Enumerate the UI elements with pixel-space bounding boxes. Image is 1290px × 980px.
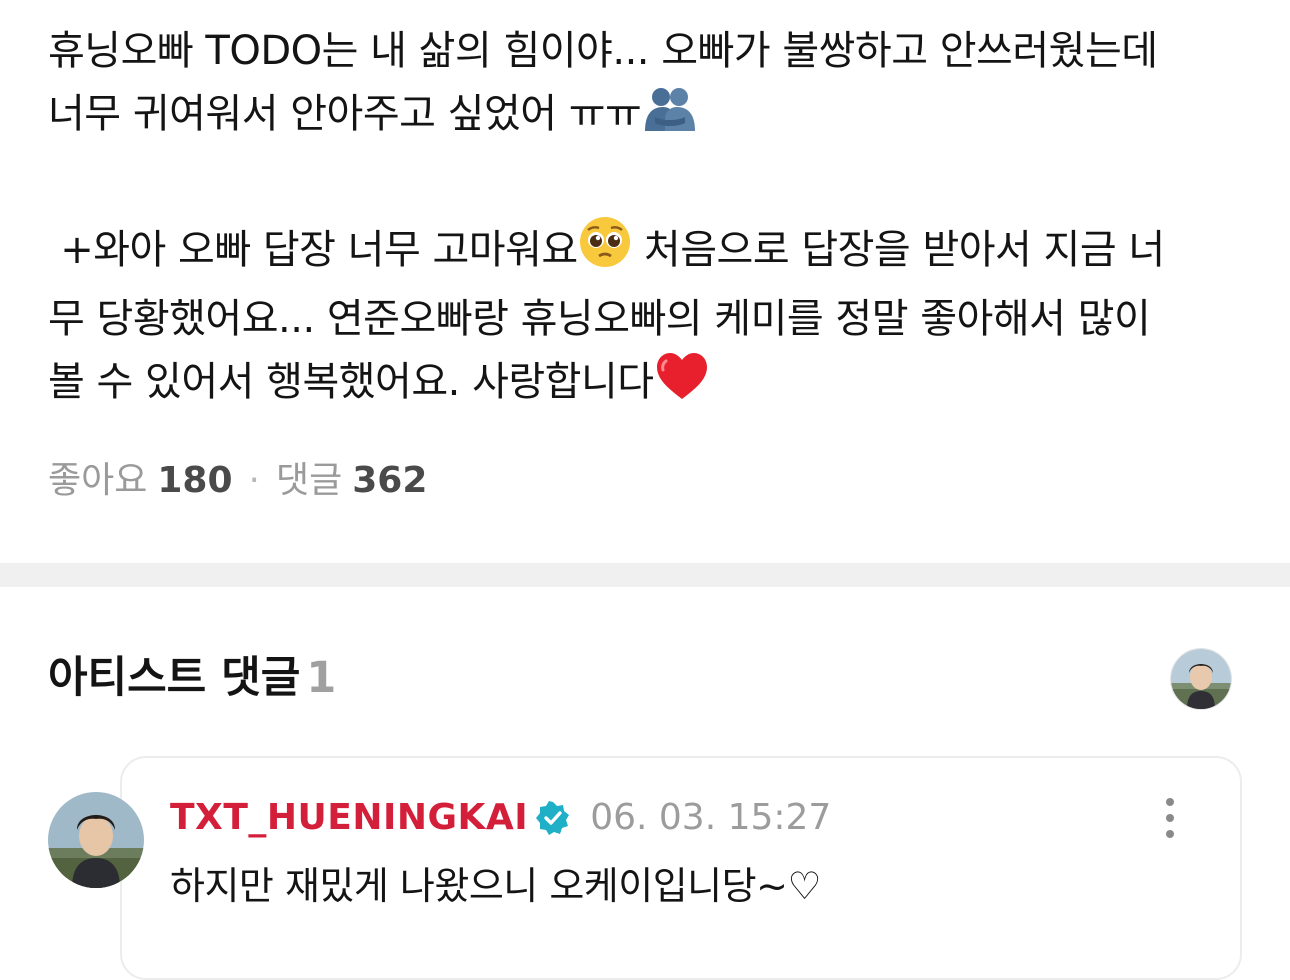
artist-comments-header: 아티스트 댓글 1 bbox=[48, 648, 336, 708]
pleading-face-icon bbox=[578, 215, 632, 288]
people-hugging-icon bbox=[641, 85, 699, 152]
comment-header: TXT_HUENINGKAI 06. 03. 15:27 bbox=[170, 794, 831, 854]
artist-comments-count: 1 bbox=[306, 653, 337, 703]
comment-timestamp: 06. 03. 15:27 bbox=[590, 797, 832, 838]
more-vertical-icon[interactable] bbox=[1156, 794, 1184, 842]
post-body: 휴닝오빠 TODO는 내 삶의 힘이야... 오빠가 불쌍하고 안쓰러웠는데 너… bbox=[48, 20, 1248, 420]
commenter-avatar[interactable] bbox=[48, 792, 144, 888]
post-line: 볼 수 있어서 행복했어요. 사랑합니다 bbox=[48, 351, 1248, 420]
post-line: 휴닝오빠 TODO는 내 삶의 힘이야... 오빠가 불쌍하고 안쓰러웠는데 bbox=[48, 28, 1158, 74]
red-heart-icon bbox=[654, 351, 710, 420]
post-stats: 좋아요 180 · 댓글 362 bbox=[48, 455, 427, 507]
likes-stat[interactable]: 좋아요 180 bbox=[48, 460, 233, 501]
artist-avatar[interactable] bbox=[1170, 648, 1232, 710]
likes-count: 180 bbox=[157, 460, 233, 501]
post-text: 휴닝오빠 TODO는 내 삶의 힘이야... 오빠가 불쌍하고 안쓰러웠는데 너… bbox=[48, 20, 1248, 420]
artist-comments-title: 아티스트 댓글 bbox=[48, 653, 301, 703]
verified-badge-icon bbox=[536, 801, 570, 854]
comments-stat[interactable]: 댓글 362 bbox=[276, 460, 427, 501]
section-divider bbox=[0, 563, 1290, 587]
post-line: 너무 귀여워서 안아주고 싶었어 ㅠㅠ bbox=[48, 83, 1248, 152]
post-line: +와아 오빠 답장 너무 고마워요 처음으로 답장을 받아서 지금 너 bbox=[48, 215, 1248, 288]
post-line: 무 당황했어요... 연준오빠랑 휴닝오빠의 케미를 정말 좋아해서 많이 bbox=[48, 296, 1151, 342]
comments-count: 362 bbox=[352, 460, 428, 501]
stats-separator: · bbox=[248, 460, 260, 501]
comment-text: 하지만 재밌게 나왔으니 오케이입니당~♡ bbox=[170, 864, 822, 908]
comment-author[interactable]: TXT_HUENINGKAI bbox=[170, 797, 528, 838]
